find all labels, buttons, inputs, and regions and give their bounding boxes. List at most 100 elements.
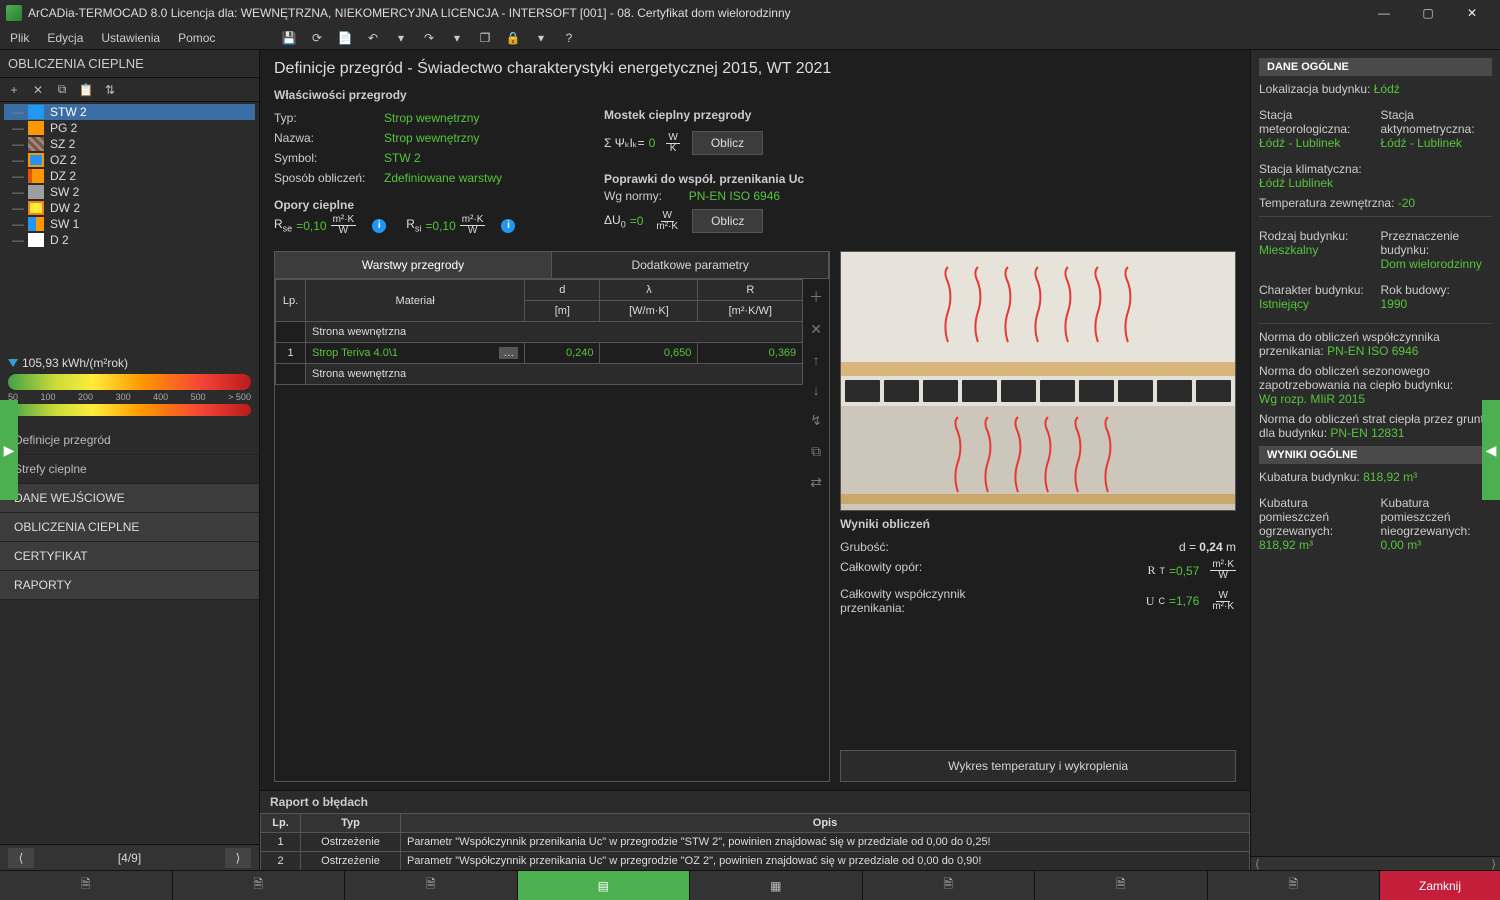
left-nav-definicje-przegr-d[interactable]: Definicje przegród [0, 426, 259, 455]
method-label: Sposób obliczeń: [274, 171, 374, 185]
left-nav-dane-wej-ciowe[interactable]: DANE WEJŚCIOWE [0, 484, 259, 513]
page-indicator: [4/9] [118, 851, 141, 865]
uc-header: Poprawki do współ. przenikania Uc [604, 172, 1236, 186]
minimize-button[interactable]: — [1362, 0, 1406, 26]
next-page-button[interactable]: ⟩ [225, 848, 251, 868]
col-lambda: λ [600, 280, 698, 301]
col-d: d [525, 280, 600, 301]
resistance-label: Całkowity opór: [840, 560, 922, 581]
save-icon[interactable]: 💾 [280, 29, 298, 47]
left-nav-obliczenia-cieplne[interactable]: OBLICZENIA CIEPLNE [0, 513, 259, 542]
tree-item-sw-2[interactable]: —SW 2 [4, 184, 255, 200]
page-title: Definicje przegród - Świadectwo charakte… [260, 50, 1250, 84]
redo-icon[interactable]: ↷ [420, 29, 438, 47]
sort-icon[interactable]: ⇅ [102, 83, 118, 97]
calc-uc-button[interactable]: Oblicz [692, 209, 763, 233]
menu-edit[interactable]: Edycja [47, 31, 83, 45]
rse-label: Rse [274, 217, 292, 233]
chart-button[interactable]: Wykres temperatury i wykroplenia [840, 750, 1236, 782]
left-edge-tab[interactable]: ▶ [0, 400, 18, 500]
prev-page-button[interactable]: ⟨ [8, 848, 34, 868]
tree-item-dz-2[interactable]: —DZ 2 [4, 168, 255, 184]
table-side-row: Strona wewnętrzna [276, 322, 803, 343]
bridge-header: Mostek cieplny przegrody [604, 108, 1236, 122]
delete-row-icon[interactable]: ✕ [810, 321, 822, 338]
tree-item-sz-2[interactable]: —SZ 2 [4, 136, 255, 152]
lock-dropdown-icon[interactable]: ▾ [532, 29, 550, 47]
tree-item-d-2[interactable]: —D 2 [4, 232, 255, 248]
tree-item-stw-2[interactable]: —STW 2 [4, 104, 255, 120]
rsi-label: Rsi [406, 217, 421, 233]
bottom-tab-2[interactable]: 🗎 [173, 871, 346, 900]
left-nav-certyfikat[interactable]: CERTYFIKAT [0, 542, 259, 571]
title-bar: ArCADia-TERMOCAD 8.0 Licencja dla: WEWNĘ… [0, 0, 1500, 26]
menu-bar: Plik Edycja Ustawienia Pomoc [0, 26, 1500, 50]
bottom-tab-5[interactable]: ▦ [690, 871, 863, 900]
move-up-icon[interactable]: ↑ [813, 352, 820, 368]
col-material: Materiał [306, 280, 525, 322]
menu-help[interactable]: Pomoc [178, 31, 215, 45]
report-row[interactable]: 1OstrzeżenieParametr "Współczynnik przen… [261, 833, 1250, 852]
help-icon[interactable]: ? [560, 29, 578, 47]
refresh-icon[interactable]: ⟳ [308, 29, 326, 47]
bottom-tab-3[interactable]: 🗎 [345, 871, 518, 900]
report-title: Raport o błędach [260, 791, 1250, 813]
right-info-pane: DANE OGÓLNE Lokalizacja budynku: Łódź St… [1250, 50, 1500, 870]
tab-extra-params[interactable]: Dodatkowe parametry [552, 252, 829, 278]
layers-icon[interactable]: ❐ [476, 29, 494, 47]
table-side-row: Strona wewnętrzna [276, 364, 803, 385]
heat-waves-top-icon [841, 262, 1235, 352]
undo-dropdown-icon[interactable]: ▾ [392, 29, 410, 47]
copy-icon[interactable]: ⧉ [54, 82, 70, 97]
norm-value: PN-EN ISO 6946 [689, 189, 780, 203]
bottom-tab-1[interactable]: 🗎 [0, 871, 173, 900]
paste-icon[interactable]: 📋 [78, 83, 94, 97]
report-row[interactable]: 2OstrzeżenieParametr "Współczynnik przen… [261, 852, 1250, 871]
remove-icon[interactable]: ✕ [30, 83, 46, 97]
menu-file[interactable]: Plik [10, 31, 29, 45]
right-pane-scrollbar[interactable]: ⟨⟩ [1251, 856, 1500, 870]
material-picker-button[interactable]: … [499, 347, 518, 359]
close-button[interactable]: ✕ [1450, 0, 1494, 26]
results-header: Wyniki obliczeń [840, 517, 1236, 531]
tree-item-pg-2[interactable]: —PG 2 [4, 120, 255, 136]
options-icon[interactable]: ⇄ [810, 474, 822, 491]
tree-item-sw-1[interactable]: —SW 1 [4, 216, 255, 232]
uc-value: UC=1,76 Wm²·K [1146, 587, 1236, 615]
document-icon[interactable]: 📄 [336, 29, 354, 47]
tab-layers[interactable]: Warstwy przegrody [275, 252, 552, 278]
table-row[interactable]: 1Strop Teriva 4.0\1 …0,2400,6500,369 [276, 343, 803, 364]
add-row-icon[interactable]: ＋ [809, 287, 823, 307]
bottom-tab-8[interactable]: 🗎 [1208, 871, 1381, 900]
info-icon[interactable]: i [501, 219, 515, 233]
resistance-value: RT=0,57 m²·KW [1147, 560, 1236, 581]
maximize-button[interactable]: ▢ [1406, 0, 1450, 26]
method-value: Zdefiniowane warstwy [384, 171, 502, 185]
opory-header: Opory cieplne [274, 198, 574, 212]
left-nav-raporty[interactable]: RAPORTY [0, 571, 259, 600]
partition-preview [840, 251, 1236, 511]
col-lp: Lp. [276, 280, 306, 322]
left-nav-strefy-cieplne[interactable]: Strefy cieplne [0, 455, 259, 484]
tree-item-oz-2[interactable]: —OZ 2 [4, 152, 255, 168]
move-down-icon[interactable]: ↓ [813, 382, 820, 398]
info-icon[interactable]: i [372, 219, 386, 233]
undo-icon[interactable]: ↶ [364, 29, 382, 47]
bottom-tab-4[interactable]: ▤ [518, 871, 691, 900]
tree-toolbar: + ✕ ⧉ 📋 ⇅ [0, 78, 259, 102]
add-icon[interactable]: + [6, 83, 22, 97]
right-edge-tab[interactable]: ◀ [1482, 400, 1500, 500]
lock-icon[interactable]: 🔒 [504, 29, 522, 47]
bottom-tab-6[interactable]: 🗎 [863, 871, 1036, 900]
menu-settings[interactable]: Ustawienia [101, 31, 160, 45]
link-icon[interactable]: ↯ [810, 412, 822, 429]
bottom-tab-7[interactable]: 🗎 [1035, 871, 1208, 900]
copy-row-icon[interactable]: ⧉ [811, 443, 821, 460]
name-label: Nazwa: [274, 131, 374, 145]
energy-bar-2 [8, 404, 251, 416]
calc-bridge-button[interactable]: Oblicz [692, 131, 763, 155]
redo-dropdown-icon[interactable]: ▾ [448, 29, 466, 47]
rse-value: =0,10 [296, 219, 326, 233]
tree-item-dw-2[interactable]: —DW 2 [4, 200, 255, 216]
close-app-button[interactable]: Zamknij [1380, 871, 1500, 900]
